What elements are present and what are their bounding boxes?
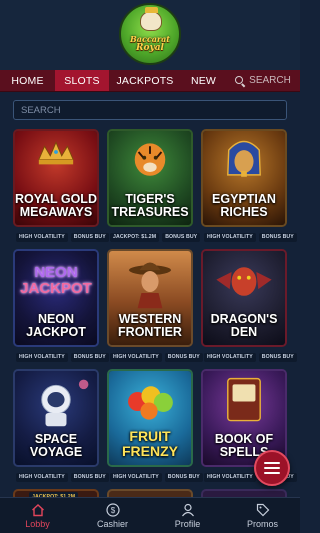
- svg-text:$: $: [110, 506, 115, 515]
- game-title: EGYPTIAN RICHES: [212, 192, 276, 219]
- bottom-nav-cashier[interactable]: $ Cashier: [75, 498, 150, 533]
- game-card-space-voyage[interactable]: SPACE VOYAGE: [13, 369, 99, 467]
- bottom-nav-label: Profile: [174, 518, 201, 529]
- neon-sign-text: NEON JACKPOT: [20, 264, 92, 297]
- tag-label: BONUS BUY: [258, 352, 297, 362]
- game-tags: HIGH VOLATILITY BONUS BUY: [16, 352, 109, 362]
- bottom-nav-label: Cashier: [96, 518, 128, 529]
- dollar-icon: $: [105, 502, 120, 517]
- bottom-nav-label: Promos: [246, 518, 278, 529]
- bottom-nav-label: Lobby: [25, 518, 50, 529]
- tag-label: BONUS BUY: [164, 472, 203, 482]
- game-grid: ROYAL GOLD MEGAWAYS HIGH VOLATILITY BONU…: [0, 0, 300, 533]
- game-title: NEON JACKPOT: [26, 312, 86, 339]
- tag-icon: [256, 503, 269, 516]
- game-card-dragons-den[interactable]: DRAGON'S DEN: [201, 249, 287, 347]
- bottom-nav-promos[interactable]: Promos: [225, 498, 300, 533]
- game-title: ROYAL GOLD MEGAWAYS: [15, 192, 97, 219]
- game-tags: HIGH VOLATILITY BONUS BUY: [204, 232, 297, 242]
- home-icon: [31, 503, 44, 516]
- tag-label: HIGH VOLATILITY: [204, 352, 256, 362]
- tag-label: HIGH VOLATILITY: [110, 352, 162, 362]
- game-card-western-frontier[interactable]: WESTERN FRONTIER: [107, 249, 193, 347]
- game-title: DRAGON'S DEN: [210, 312, 278, 339]
- tag-label: HIGH VOLATILITY: [204, 472, 256, 482]
- tag-label: HIGH VOLATILITY: [204, 232, 256, 242]
- game-card-royal-gold[interactable]: ROYAL GOLD MEGAWAYS: [13, 129, 99, 227]
- brand-line-2: Royal: [136, 43, 164, 53]
- tag-label: BONUS BUY: [70, 352, 109, 362]
- game-title: TIGER'S TREASURES: [111, 192, 189, 219]
- tag-label: BONUS BUY: [70, 232, 109, 242]
- tag-label: HIGH VOLATILITY: [16, 232, 68, 242]
- bottom-nav-lobby[interactable]: Lobby: [0, 498, 75, 533]
- game-card-tigers-treasures[interactable]: TIGER'S TREASURES: [107, 129, 193, 227]
- game-title: WESTERN FRONTIER: [118, 312, 182, 339]
- tag-label: HIGH VOLATILITY: [110, 472, 162, 482]
- tag-label: BONUS BUY: [162, 232, 201, 242]
- game-title: SPACE VOYAGE: [29, 432, 83, 459]
- game-card-neon-jackpot[interactable]: NEON JACKPOT NEON JACKPOT: [13, 249, 99, 347]
- game-title: FRUIT FRENZY: [122, 428, 178, 459]
- hamburger-icon: [264, 462, 280, 474]
- tag-label: HIGH VOLATILITY: [16, 352, 68, 362]
- game-tags: HIGH VOLATILITY BONUS BUY: [110, 472, 203, 482]
- game-card-egyptian-riches[interactable]: EGYPTIAN RICHES: [201, 129, 287, 227]
- tag-label: BONUS BUY: [164, 352, 203, 362]
- tag-label: BONUS BUY: [258, 232, 297, 242]
- game-tags: JACKPOT: $1.2M BONUS BUY: [110, 232, 201, 242]
- game-tags: HIGH VOLATILITY BONUS BUY: [204, 352, 297, 362]
- tag-label: BONUS BUY: [70, 472, 109, 482]
- menu-button[interactable]: [254, 450, 290, 486]
- game-card-fruit-frenzy[interactable]: FRUIT FRENZY: [107, 369, 193, 467]
- game-tags: HIGH VOLATILITY BONUS BUY: [110, 352, 203, 362]
- tag-label: JACKPOT: $1.2M: [110, 232, 160, 242]
- tag-label: HIGH VOLATILITY: [16, 472, 68, 482]
- bottom-nav: Lobby $ Cashier Profile Promos: [0, 497, 300, 533]
- bottom-nav-profile[interactable]: Profile: [150, 498, 225, 533]
- game-tags: HIGH VOLATILITY BONUS BUY: [16, 232, 109, 242]
- user-icon: [181, 503, 194, 516]
- game-tags: HIGH VOLATILITY BONUS BUY: [16, 472, 109, 482]
